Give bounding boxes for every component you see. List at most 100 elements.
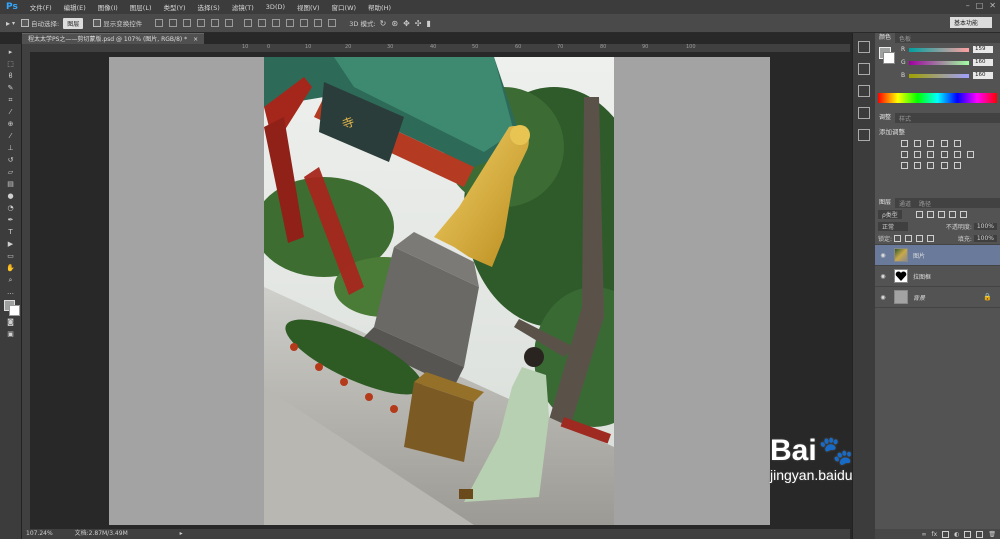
fill-input[interactable]: 100% [973,234,997,242]
3d-rotate-icon[interactable]: ↻ [380,19,387,28]
menu-type[interactable]: 类型(Y) [158,2,192,12]
layer-name[interactable]: 拉图框 [913,272,931,281]
slider-r-value[interactable]: 159 [973,46,993,53]
paragraph-panel-icon[interactable] [858,107,870,119]
align-bottom-icon[interactable] [183,19,192,27]
menu-layer[interactable]: 图层(L) [124,2,158,12]
rectangle-tool-icon[interactable]: ▭ [6,252,16,260]
delete-layer-icon[interactable]: 🗑 [988,531,996,538]
align-top-icon[interactable] [155,19,164,27]
threshold-icon[interactable] [927,162,935,169]
distribute-top-icon[interactable] [244,19,253,27]
distribute-right-icon[interactable] [314,19,323,27]
clone-stamp-tool-icon[interactable]: ⊥ [6,144,16,152]
3d-scale-icon[interactable]: ▮ [426,19,430,28]
zoom-level[interactable]: 107.24% [26,530,53,537]
menu-help[interactable]: 帮助(H) [362,2,397,12]
visibility-eye-icon[interactable]: ◉ [878,273,888,280]
visibility-eye-icon[interactable]: ◉ [878,294,888,301]
exposure-icon[interactable] [940,140,948,147]
actions-panel-icon[interactable] [858,85,870,97]
auto-align-icon[interactable] [328,19,337,27]
hand-tool-icon[interactable]: ✋ [6,264,16,272]
color-balance-icon[interactable] [914,151,922,158]
color-background-swatch[interactable] [883,52,895,64]
photo-filter-icon[interactable] [940,151,948,158]
move-tool-icon[interactable]: ▸ [6,48,16,56]
tab-channels[interactable]: 通道 [895,199,915,208]
menu-filter[interactable]: 滤镜(T) [226,2,260,12]
layer-filter-dropdown[interactable]: ρ类型 [878,209,902,219]
3d-slide-icon[interactable]: ✣ [415,19,422,28]
lock-transparent-icon[interactable] [894,234,902,242]
layer-row[interactable]: ◉ 背景 🔒 [875,287,1000,308]
filter-type-icon[interactable] [937,210,945,218]
color-spectrum-bar[interactable] [878,93,997,103]
layer-style-icon[interactable]: fx [931,531,937,538]
blend-mode-dropdown[interactable]: 正常 [878,221,909,231]
black-white-icon[interactable] [927,151,935,158]
visibility-eye-icon[interactable]: ◉ [878,252,888,259]
healing-brush-tool-icon[interactable]: ⊕ [6,120,16,128]
channel-mixer-icon[interactable] [953,151,961,158]
workspace-dropdown[interactable]: 基本功能 [949,17,992,28]
layer-name[interactable]: 背景 [913,293,925,302]
slider-g-track[interactable] [909,60,969,65]
filter-adjustment-icon[interactable] [926,210,934,218]
slider-r-track[interactable] [909,47,969,52]
filter-shape-icon[interactable] [948,210,956,218]
tab-color[interactable]: 颜色 [875,33,896,43]
dodge-tool-icon[interactable]: ◔ [6,204,16,212]
menu-select[interactable]: 选择(S) [192,2,226,12]
auto-select-dropdown[interactable]: 图层 [63,17,84,29]
menu-view[interactable]: 视图(V) [291,2,326,12]
type-tool-icon[interactable]: T [6,228,16,236]
lock-position-icon[interactable] [916,234,924,242]
menu-window[interactable]: 窗口(W) [326,2,363,12]
link-layers-icon[interactable]: ∞ [921,531,926,538]
gradient-map-icon[interactable] [953,162,961,169]
history-panel-icon[interactable] [858,41,870,53]
opacity-input[interactable]: 100% [973,222,997,230]
background-color-swatch[interactable] [8,305,20,316]
color-lookup-icon[interactable] [967,151,975,158]
blur-tool-icon[interactable]: ● [6,192,16,200]
crop-tool-icon[interactable]: ⌗ [6,96,16,104]
menu-image[interactable]: 图像(I) [92,2,124,12]
distribute-bottom-icon[interactable] [272,19,281,27]
distribute-left-icon[interactable] [286,19,295,27]
tab-adjustments[interactable]: 调整 [875,113,896,123]
tab-styles[interactable]: 样式 [895,114,915,123]
layer-name[interactable]: 图片 [913,251,925,260]
brightness-contrast-icon[interactable] [901,140,908,147]
gradient-tool-icon[interactable]: ▤ [6,180,16,188]
align-right-icon[interactable] [225,19,234,27]
marquee-tool-icon[interactable]: ⬚ [6,60,16,68]
3d-roll-icon[interactable]: ⊛ [391,19,398,28]
eraser-tool-icon[interactable]: ▱ [6,168,16,176]
move-tool-preset-icon[interactable]: ▸ [6,19,10,28]
slider-b-value[interactable]: 160 [973,72,993,79]
slider-b-track[interactable] [909,73,969,78]
vibrance-icon[interactable] [953,140,961,147]
tab-swatches[interactable]: 色板 [895,34,915,43]
new-adjustment-icon[interactable]: ◐ [954,531,959,538]
hue-saturation-icon[interactable] [901,151,908,158]
3d-drag-icon[interactable]: ✥ [403,19,410,28]
slider-g-value[interactable]: 160 [973,59,993,66]
path-select-tool-icon[interactable]: ▶ [6,240,16,248]
distribute-hcenter-icon[interactable] [300,19,309,27]
lock-image-icon[interactable] [905,234,913,242]
edit-toolbar-icon[interactable]: … [6,288,16,296]
quick-select-tool-icon[interactable]: ✎ [6,84,16,92]
pen-tool-icon[interactable]: ✒ [6,216,16,224]
curves-icon[interactable] [927,140,935,147]
filter-smart-object-icon[interactable] [959,210,967,218]
new-layer-icon[interactable] [976,530,984,538]
properties-panel-icon[interactable] [858,63,870,75]
align-hcenter-icon[interactable] [211,19,220,27]
close-tab-icon[interactable]: × [193,36,198,43]
distribute-vcenter-icon[interactable] [258,19,267,27]
levels-icon[interactable] [914,140,922,147]
menu-file[interactable]: 文件(F) [24,2,58,12]
